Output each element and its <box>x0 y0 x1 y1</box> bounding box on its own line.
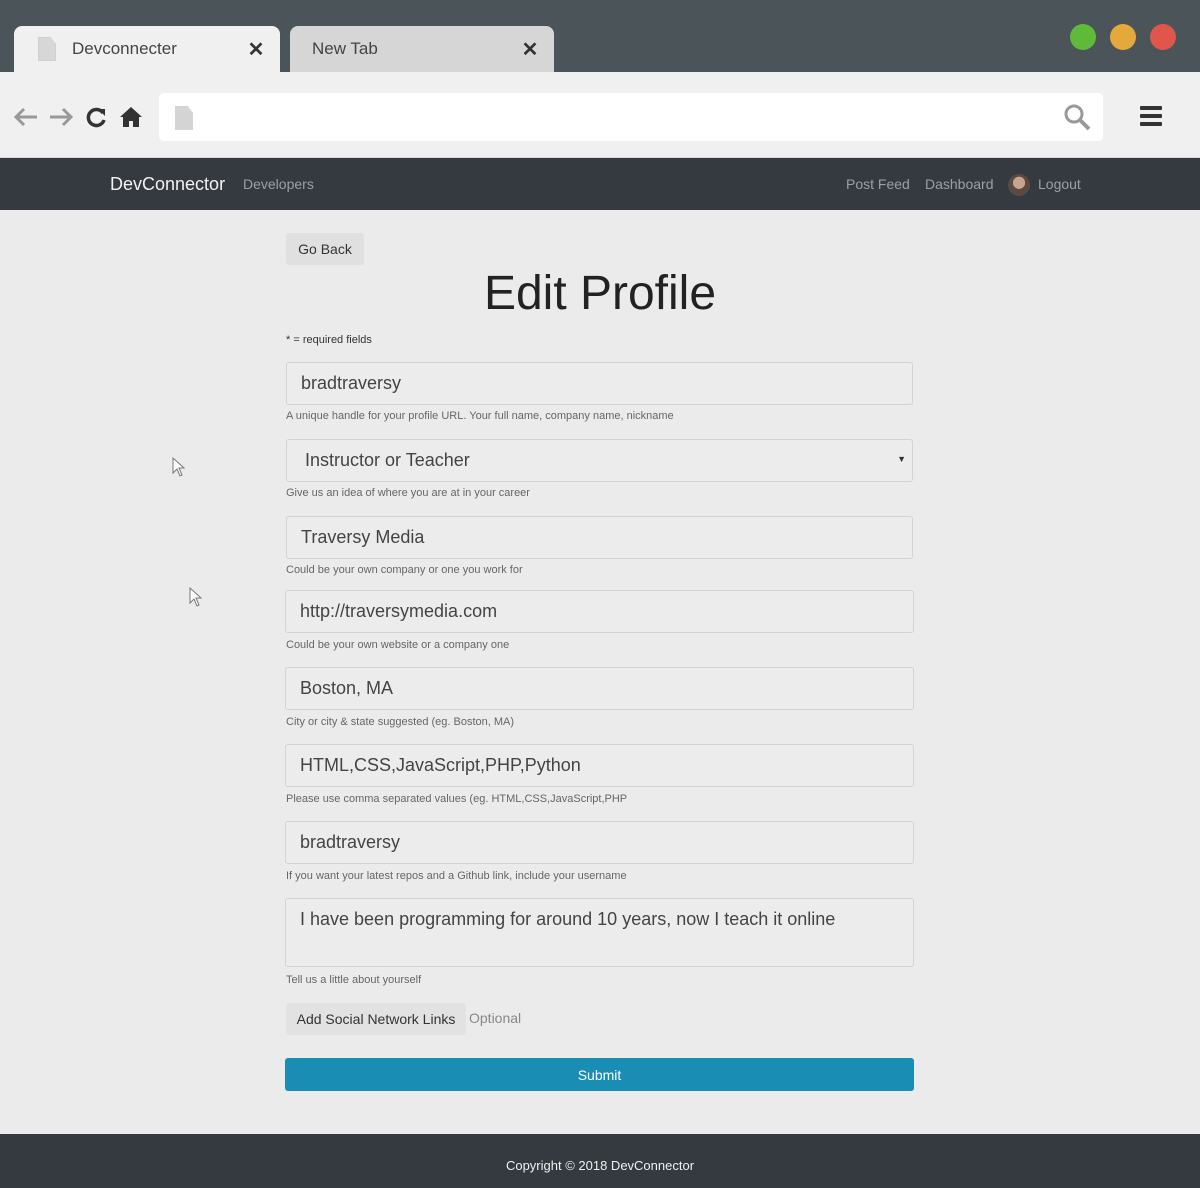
add-social-links-button[interactable]: Add Social Network Links <box>286 1003 466 1035</box>
copyright-text: Copyright © 2018 DevConnector <box>505 1158 695 1173</box>
page-icon <box>175 106 193 130</box>
page-title: Edit Profile <box>483 267 717 320</box>
go-back-button[interactable]: Go Back <box>286 233 364 265</box>
nav-post-feed[interactable]: Post Feed <box>846 176 910 192</box>
hamburger-menu-icon[interactable] <box>1140 106 1162 126</box>
github-username-input[interactable] <box>285 821 914 864</box>
browser-tab-new-tab[interactable]: New Tab ✕ <box>290 26 554 72</box>
close-window-button[interactable] <box>1150 24 1176 50</box>
browser-toolbar <box>0 72 1200 158</box>
url-input[interactable] <box>209 101 1049 133</box>
nav-dashboard[interactable]: Dashboard <box>925 176 994 192</box>
footer: Copyright © 2018 DevConnector <box>0 1134 1200 1188</box>
location-input[interactable] <box>285 667 914 710</box>
website-hint: Could be your own website or a company o… <box>286 639 510 651</box>
optional-label: Optional <box>469 1010 522 1026</box>
company-input[interactable] <box>286 516 913 559</box>
avatar <box>1008 174 1030 196</box>
mouse-cursor-icon <box>189 587 203 607</box>
tab-title: New Tab <box>312 39 378 58</box>
search-icon[interactable] <box>1063 103 1091 131</box>
app-navbar: DevConnector Developers Post Feed Dashbo… <box>0 158 1200 210</box>
status-select[interactable]: Instructor or Teacher ▼ <box>286 439 913 482</box>
mouse-cursor-icon <box>172 457 186 477</box>
status-hint: Give us an idea of where you are at in y… <box>286 487 530 499</box>
nav-logout[interactable]: Logout <box>1038 176 1081 192</box>
window-controls <box>1070 24 1176 50</box>
address-bar[interactable] <box>159 93 1103 141</box>
bio-hint: Tell us a little about yourself <box>286 974 422 986</box>
brand-logo[interactable]: DevConnector <box>110 174 225 195</box>
reload-icon[interactable] <box>81 102 111 132</box>
close-icon[interactable]: ✕ <box>246 37 266 62</box>
close-icon[interactable]: ✕ <box>520 37 540 62</box>
handle-hint: A unique handle for your profile URL. Yo… <box>286 410 674 422</box>
website-input[interactable] <box>285 590 914 633</box>
nav-developers[interactable]: Developers <box>243 176 314 192</box>
handle-input[interactable] <box>286 362 913 405</box>
location-hint: City or city & state suggested (eg. Bost… <box>286 716 515 728</box>
browser-tab-bar: Devconnecter ✕ New Tab ✕ <box>0 0 1200 72</box>
submit-button[interactable]: Submit <box>285 1058 914 1091</box>
main-content: Go Back Edit Profile * = required fields… <box>0 210 1200 1134</box>
status-select-value: Instructor or Teacher <box>305 450 470 470</box>
required-note: * = required fields <box>286 334 372 346</box>
skills-hint: Please use comma separated values (eg. H… <box>286 793 628 805</box>
home-icon[interactable] <box>116 102 146 132</box>
bio-textarea[interactable]: I have been programming for around 10 ye… <box>285 898 914 967</box>
minimize-button[interactable] <box>1110 24 1136 50</box>
skills-input[interactable] <box>285 744 914 787</box>
forward-arrow-icon[interactable] <box>46 102 76 132</box>
tab-title: Devconnecter <box>72 39 177 58</box>
company-hint: Could be your own company or one you wor… <box>286 564 523 576</box>
maximize-button[interactable] <box>1070 24 1096 50</box>
browser-tab-devconnecter[interactable]: Devconnecter ✕ <box>14 26 280 72</box>
select-caret-icon: ▼ <box>897 454 906 464</box>
page-icon <box>38 37 56 61</box>
back-arrow-icon[interactable] <box>11 102 41 132</box>
github-hint: If you want your latest repos and a Gith… <box>286 870 627 882</box>
